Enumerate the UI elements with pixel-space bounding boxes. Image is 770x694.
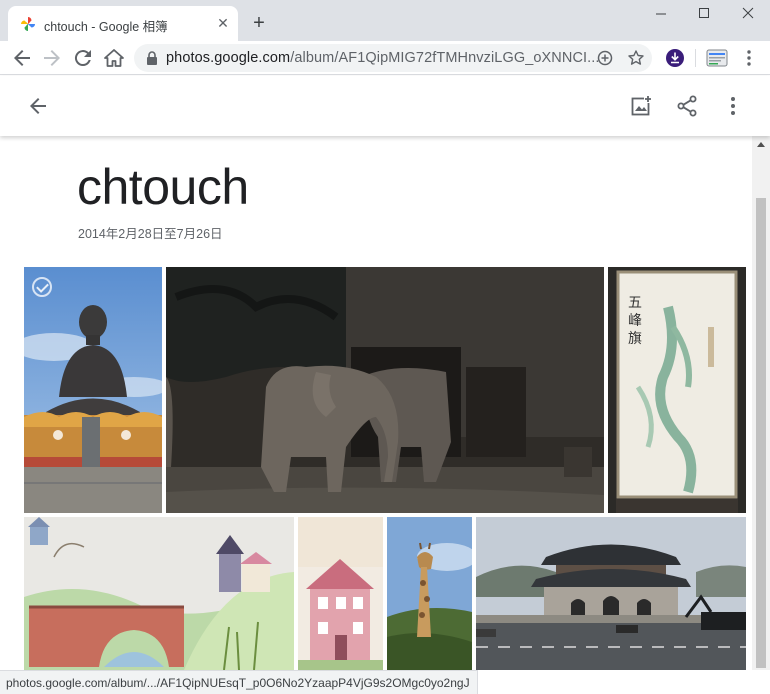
home-icon[interactable] xyxy=(102,46,126,70)
photo-mountain-map[interactable]: 五 峰 旗 xyxy=(608,267,746,513)
album-date-range: 2014年2月28日至7月26日 xyxy=(78,227,223,241)
browser-menu-icon[interactable] xyxy=(737,46,761,70)
back-arrow-icon[interactable] xyxy=(26,94,50,118)
photo-buddha-statue[interactable] xyxy=(24,267,162,513)
link-status-bar: photos.google.com/album/.../AF1QipNUEsqT… xyxy=(0,670,478,694)
add-circle-icon[interactable] xyxy=(596,49,614,67)
maximize-icon[interactable] xyxy=(690,4,718,26)
photo-palace-gate[interactable] xyxy=(476,517,746,670)
album-header xyxy=(0,76,770,136)
new-tab-icon[interactable]: + xyxy=(248,12,270,34)
extension-icon[interactable] xyxy=(705,46,729,70)
tab-title: chtouch - Google 相簿 xyxy=(44,20,168,34)
minimize-icon[interactable] xyxy=(647,4,675,26)
add-photo-icon[interactable] xyxy=(629,94,653,118)
toolbar-divider xyxy=(695,49,696,67)
close-window-icon[interactable] xyxy=(734,4,762,26)
lock-icon xyxy=(147,51,157,65)
browser-tab[interactable]: chtouch - Google 相簿 ✕ xyxy=(8,6,238,41)
photo-pink-house-drawing[interactable] xyxy=(298,517,383,670)
reload-icon[interactable] xyxy=(71,46,95,70)
forward-arrow-icon[interactable] xyxy=(40,46,64,70)
svg-text:峰: 峰 xyxy=(628,313,642,329)
close-tab-icon[interactable]: ✕ xyxy=(214,14,232,32)
photo-bridge-drawing[interactable] xyxy=(24,517,294,670)
browser-titlebar: chtouch - Google 相簿 ✕ + xyxy=(0,0,770,41)
svg-text:旗: 旗 xyxy=(628,331,642,347)
page-scrollbar[interactable] xyxy=(752,136,770,670)
album-content: chtouch 2014年2月28日至7月26日 五 峰 旗 xyxy=(0,136,752,670)
svg-text:五: 五 xyxy=(628,295,642,311)
url-text: photos.google.com/album/AF1QipMIG72fTMHn… xyxy=(166,50,600,66)
more-options-icon[interactable] xyxy=(721,94,745,118)
photo-elephants[interactable] xyxy=(166,267,604,513)
scrollbar-thumb[interactable] xyxy=(756,198,766,668)
url-path: /album/AF1QipMIG72fTMHnvziLGG_oXNNCI... xyxy=(290,50,600,66)
url-host: photos.google.com xyxy=(166,50,291,66)
select-checkmark-icon[interactable] xyxy=(32,277,52,297)
google-photos-icon xyxy=(21,17,35,31)
address-bar[interactable]: photos.google.com/album/AF1QipMIG72fTMHn… xyxy=(134,44,652,72)
back-arrow-icon[interactable] xyxy=(10,46,34,70)
star-icon[interactable] xyxy=(627,49,645,67)
photo-giraffe[interactable] xyxy=(387,517,472,670)
scroll-up-arrow-icon[interactable] xyxy=(757,142,765,147)
browser-toolbar: photos.google.com/album/AF1QipMIG72fTMHn… xyxy=(0,41,770,75)
album-title[interactable]: chtouch xyxy=(77,158,249,216)
share-icon[interactable] xyxy=(675,94,699,118)
download-icon[interactable] xyxy=(663,46,687,70)
